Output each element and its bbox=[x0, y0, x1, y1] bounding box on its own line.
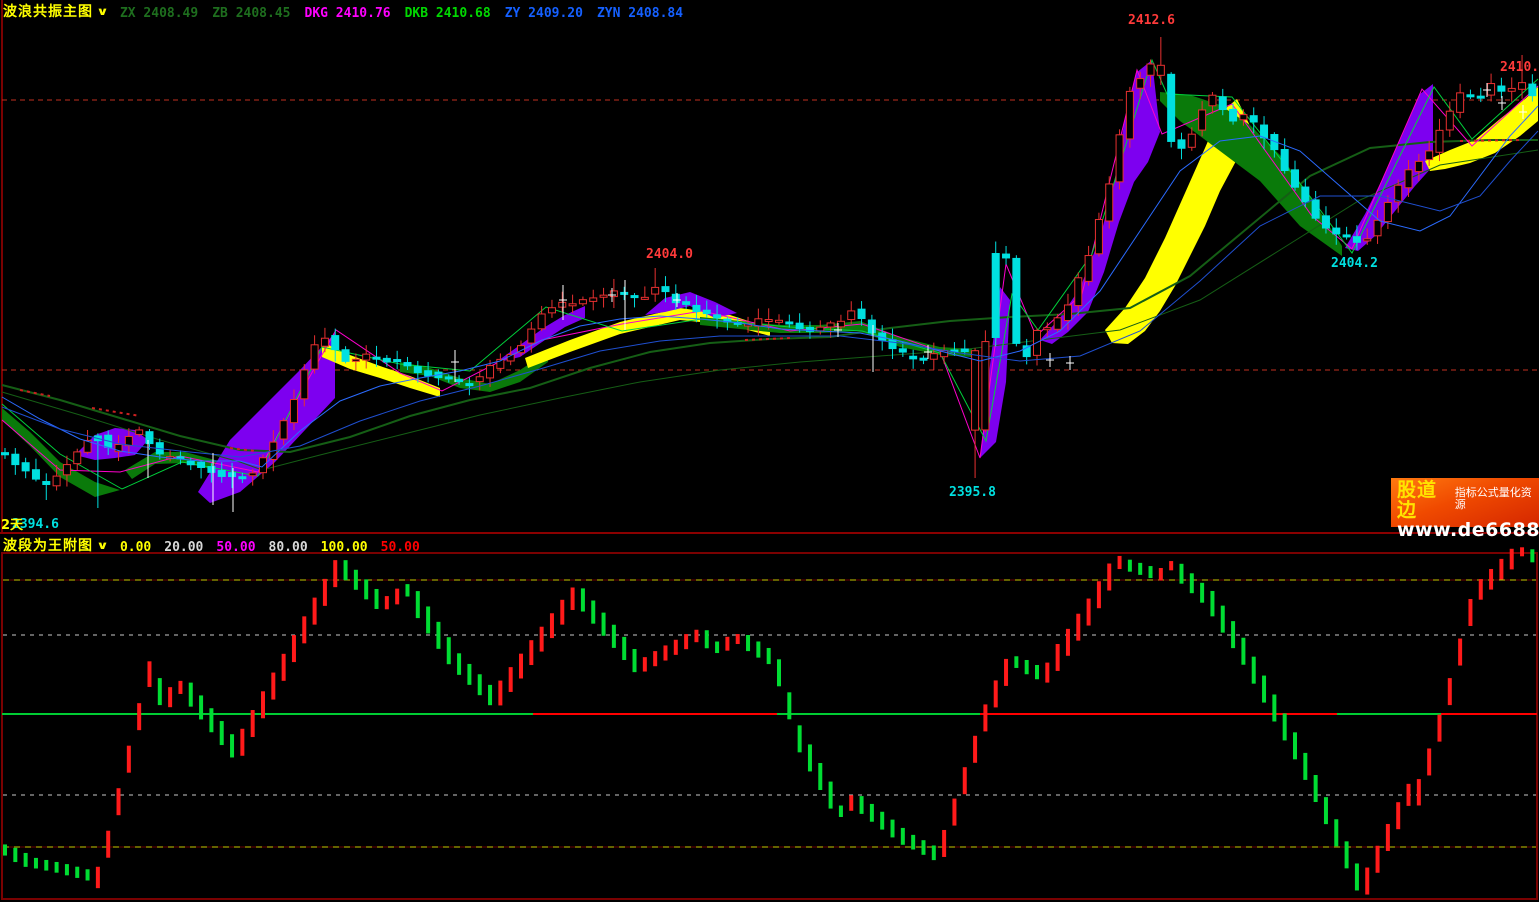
main-indicator-values: ZX 2408.49 ZB 2408.45 DKG 2410.76 DKB 2410.… bbox=[120, 2, 697, 21]
day-count-badge: 2天 bbox=[1, 514, 23, 533]
chevron-down-icon[interactable]: ∨ bbox=[96, 539, 109, 552]
sub-indicator-bar: 波段为王附图 ∨ 0.00 20.00 50.00 80.00 100.00 50.00 bbox=[3, 535, 433, 555]
chart-canvas[interactable] bbox=[0, 0, 1539, 902]
watermark-tagline: 指标公式量化资源 bbox=[1455, 487, 1535, 510]
sub-param-0: 0.00 bbox=[120, 540, 151, 555]
trading-app-window: 波浪共振主图 ∨ ZX 2408.49 ZB 2408.45 DKG 2410.76… bbox=[0, 0, 1539, 902]
indicator-value-zy: ZY 2409.20 bbox=[505, 6, 583, 21]
indicator-value-dkg: DKG 2410.76 bbox=[305, 6, 391, 21]
watermark-url: www.de6688.com bbox=[1397, 521, 1535, 541]
candlestick-layer bbox=[2, 37, 1536, 508]
main-panel-title[interactable]: 波浪共振主图 bbox=[3, 1, 93, 21]
price-label: 2412.6 bbox=[1128, 13, 1175, 28]
sub-param-3: 80.00 bbox=[269, 540, 308, 555]
ribbon-layer bbox=[2, 60, 1538, 503]
price-label: 2404.0 bbox=[646, 247, 693, 262]
price-label: 2404.2 bbox=[1331, 256, 1378, 271]
ma-line-layer bbox=[2, 60, 1538, 489]
indicator-value-zyn: ZYN 2408.84 bbox=[597, 6, 683, 21]
sub-panel-title[interactable]: 波段为王附图 bbox=[3, 535, 93, 555]
sub-param-4: 100.00 bbox=[321, 540, 368, 555]
indicator-value-zx: ZX 2408.49 bbox=[120, 6, 198, 21]
sub-param-1: 20.00 bbox=[164, 540, 203, 555]
main-indicator-bar: 波浪共振主图 ∨ ZX 2408.49 ZB 2408.45 DKG 2410.76… bbox=[3, 1, 697, 21]
price-label: 2395.8 bbox=[949, 485, 996, 500]
watermark-brand: 股道边 bbox=[1397, 481, 1452, 521]
sub-param-5: 50.00 bbox=[381, 540, 420, 555]
oscillator-wave-layer bbox=[3, 547, 1534, 894]
sub-indicator-params: 0.00 20.00 50.00 80.00 100.00 50.00 bbox=[120, 536, 433, 555]
sub-param-2: 50.00 bbox=[216, 540, 255, 555]
doji-marker-layer bbox=[148, 83, 1527, 512]
chevron-down-icon[interactable]: ∨ bbox=[96, 5, 109, 18]
indicator-value-dkb: DKB 2410.68 bbox=[405, 6, 491, 21]
watermark: 股道边 指标公式量化资源 www.de6688.com bbox=[1391, 478, 1539, 527]
indicator-value-zb: ZB 2408.45 bbox=[212, 6, 290, 21]
price-label: 2410.8 bbox=[1500, 60, 1539, 75]
